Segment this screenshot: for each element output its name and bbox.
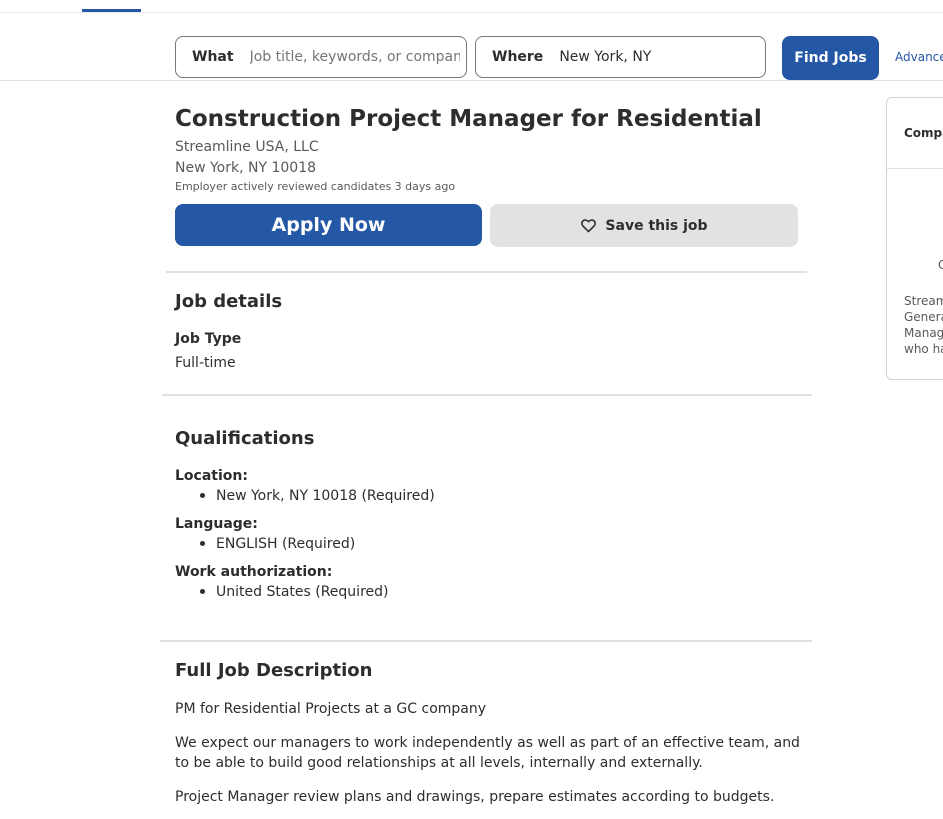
description-paragraph: Project Manager review plans and drawing… xyxy=(175,789,775,805)
job-details-heading: Job details xyxy=(175,291,283,312)
divider xyxy=(162,394,812,396)
job-type-label: Job Type xyxy=(175,331,242,347)
description-paragraph: PM for Residential Projects at a GC comp… xyxy=(175,701,487,717)
job-location: New York, NY 10018 xyxy=(175,160,317,176)
job-view-page: What Where Find Jobs Advance Constructio… xyxy=(0,0,943,819)
save-job-label: Save this job xyxy=(605,217,708,234)
divider xyxy=(166,271,807,273)
employer-activity: Employer actively reviewed candidates 3 … xyxy=(175,180,456,193)
where-input[interactable] xyxy=(559,49,765,65)
qualification-value: New York, NY 10018 (Required) xyxy=(216,488,435,504)
job-type-value: Full-time xyxy=(175,355,236,371)
what-input[interactable] xyxy=(249,49,460,65)
job-title: Construction Project Manager for Residen… xyxy=(175,106,762,132)
search-bar: What Where Find Jobs Advance xyxy=(0,12,943,81)
what-field[interactable]: What xyxy=(175,36,467,78)
qualification-label-work-authorization: Work authorization: xyxy=(175,564,333,580)
company-name[interactable]: Streamline USA, LLC xyxy=(175,139,319,155)
qualification-value: ENGLISH (Required) xyxy=(216,536,356,552)
company-card-heading: Compa xyxy=(904,126,943,140)
qualifications-heading: Qualifications xyxy=(175,428,315,449)
what-label: What xyxy=(192,49,234,65)
where-label: Where xyxy=(492,49,544,65)
qualification-item: New York, NY 10018 (Required) xyxy=(200,488,435,504)
qualification-label-language: Language: xyxy=(175,516,258,532)
heart-icon xyxy=(581,219,597,233)
apply-now-button[interactable]: Apply Now xyxy=(175,204,482,246)
advanced-search-link[interactable]: Advance xyxy=(895,50,943,64)
full-description-heading: Full Job Description xyxy=(175,660,373,681)
company-info-card: Compa C Stream Genera Manag who ha xyxy=(886,97,943,380)
company-card-description: Stream Genera Manag who ha xyxy=(904,293,943,357)
bullet-icon xyxy=(200,588,205,594)
qualification-item: United States (Required) xyxy=(200,584,388,600)
company-card-line: Stream xyxy=(904,294,943,308)
description-paragraph: We expect our managers to work independe… xyxy=(175,735,800,771)
company-card-line: Manag xyxy=(904,326,943,340)
qualification-label-location: Location: xyxy=(175,468,248,484)
company-card-line: who ha xyxy=(904,342,943,356)
where-field[interactable]: Where xyxy=(475,36,766,78)
bullet-icon xyxy=(200,492,205,498)
divider xyxy=(887,168,943,169)
bullet-icon xyxy=(200,540,205,546)
qualification-item: ENGLISH (Required) xyxy=(200,536,355,552)
company-card-logo-letter: C xyxy=(938,258,943,272)
company-card-line: Genera xyxy=(904,310,943,324)
find-jobs-button[interactable]: Find Jobs xyxy=(782,36,879,80)
qualification-value: United States (Required) xyxy=(216,584,389,600)
divider xyxy=(160,640,812,642)
save-job-button[interactable]: Save this job xyxy=(490,204,798,247)
